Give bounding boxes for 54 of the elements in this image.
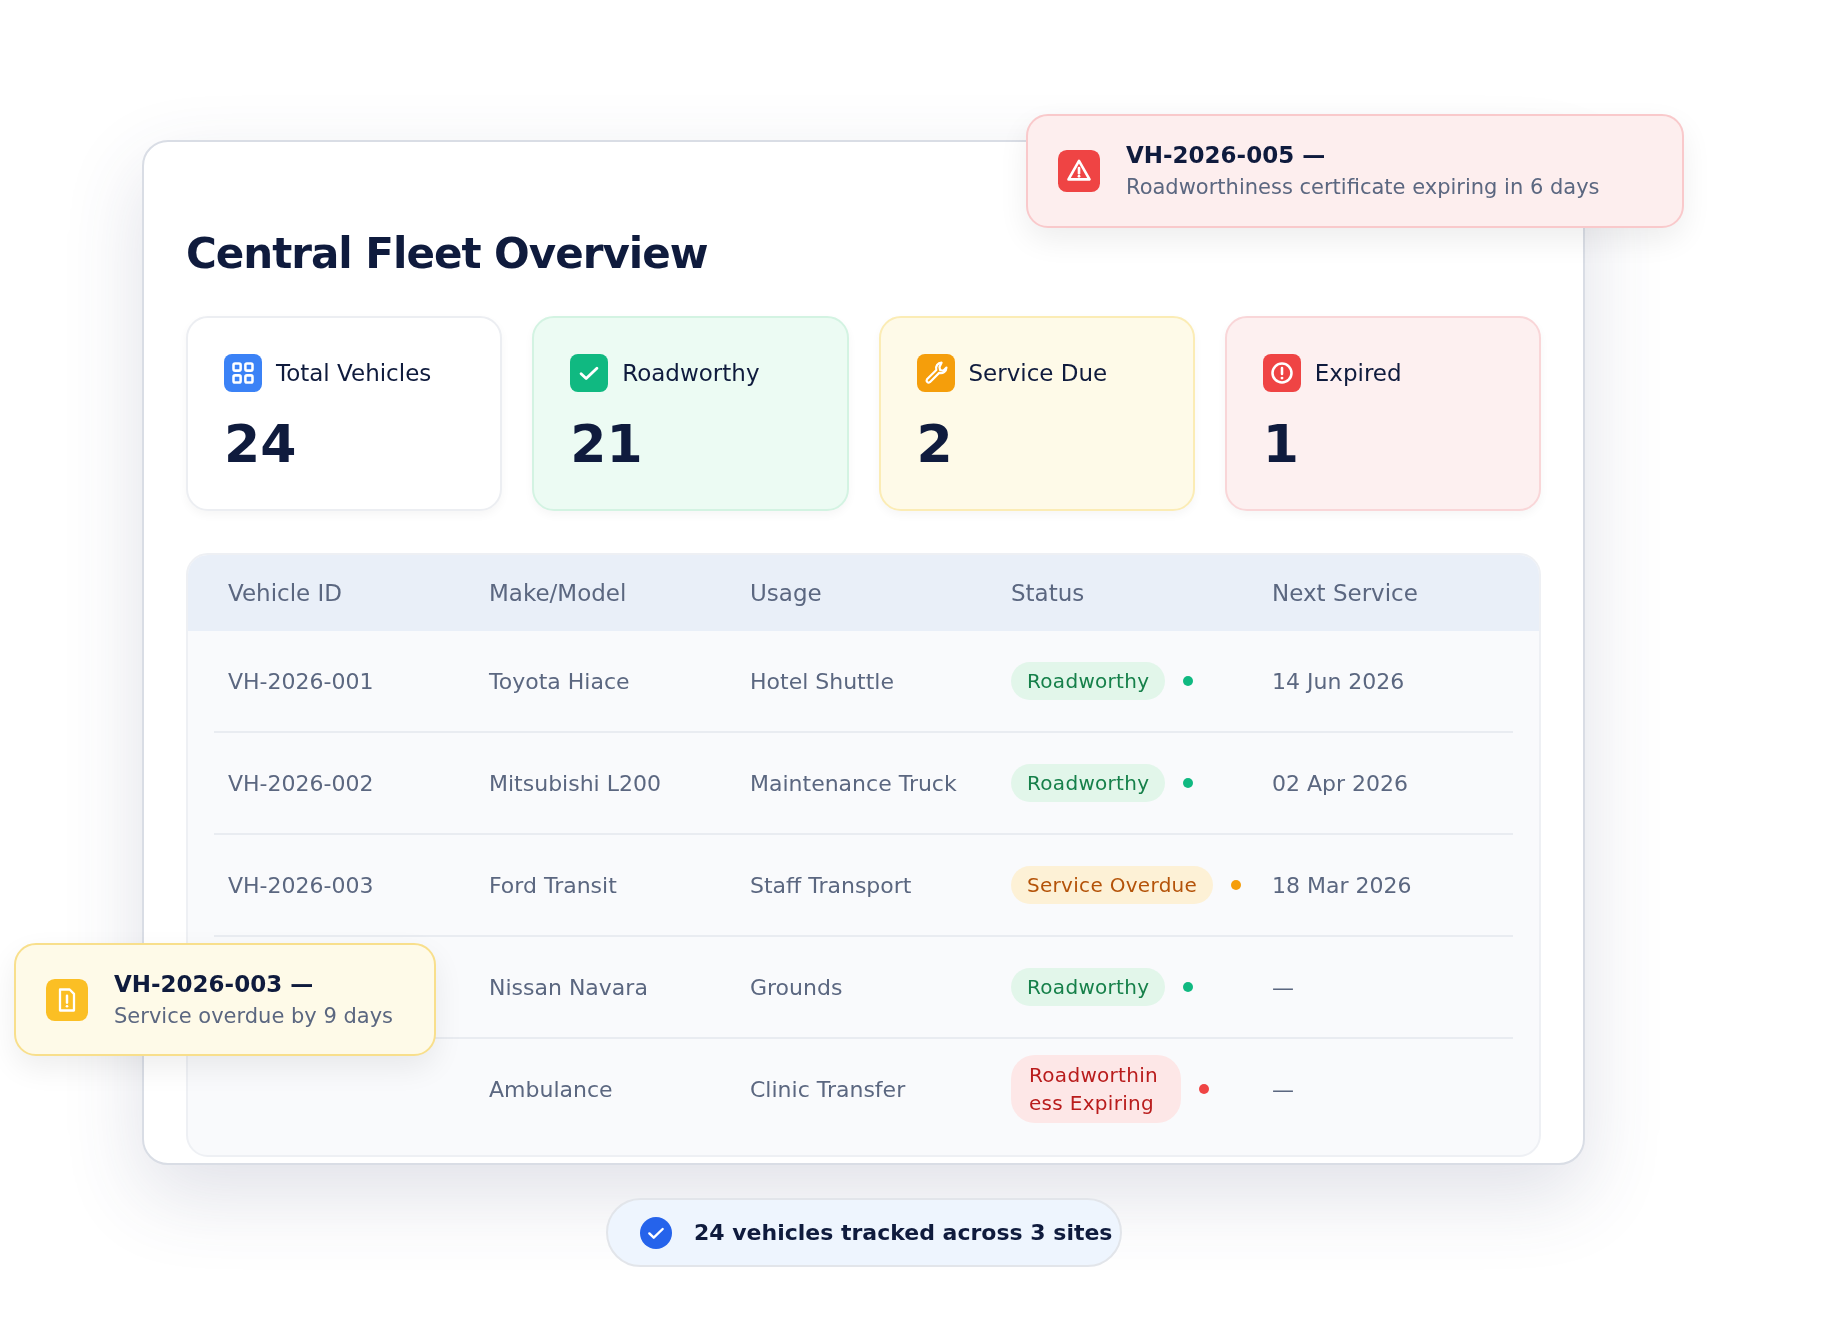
table-cell-text: VH-2026-003 [228, 872, 375, 898]
status-dot [1183, 676, 1194, 686]
alert-title: VH-2026-005 — [1126, 141, 1327, 170]
table-cell-text: Toyota Hiace [489, 668, 631, 694]
table-cell-text: Hotel Shuttle [750, 668, 896, 694]
alert-title: VH-2026-003 — [114, 969, 315, 999]
table-cell-text: Staff Transport [750, 872, 913, 898]
table-cell: 14 Jun 2026 [1272, 668, 1405, 694]
check-icon [570, 354, 609, 392]
document-icon [46, 978, 88, 1021]
table-cell-text: Mitsubishi L200 [489, 770, 662, 796]
table-cell-text: Ambulance [489, 1076, 614, 1102]
table-cell-text: Maintenance Truck [750, 770, 958, 796]
status-dot [1183, 982, 1194, 992]
column-header: Status [1011, 580, 1086, 606]
status-dot [1183, 778, 1194, 788]
status-pill: Roadworthy [1011, 764, 1166, 802]
table-cell-text: VH-2026-001 [228, 668, 375, 694]
column-header: Next Service [1272, 580, 1419, 606]
stat-value: 24 [224, 414, 298, 474]
table-cell-text: Ford Transit [489, 872, 618, 898]
alert-message: Roadworthiness certificate expiring in 6 days [1126, 174, 1600, 201]
status-dot [1231, 880, 1242, 890]
status-pill: Roadworthy [1011, 662, 1166, 700]
stat-value: 21 [570, 414, 644, 474]
summary-text: 24 vehicles tracked across 3 sites [694, 1220, 1113, 1245]
column-header: Usage [750, 580, 823, 606]
wrench-icon [916, 354, 955, 392]
table-cell: — [1272, 1076, 1294, 1102]
stat-value: 1 [1262, 414, 1300, 474]
table-cell-text: Grounds [750, 974, 844, 1000]
stat-label: Total Vehicles [276, 360, 432, 386]
table-cell-text: VH-2026-002 [228, 770, 375, 796]
alert-message: Service overdue by 9 days [114, 1002, 394, 1030]
table-cell: — [1272, 974, 1294, 1000]
stat-label: Roadworthy [622, 360, 760, 386]
alert-icon [1262, 354, 1301, 392]
table-cell: 18 Mar 2026 [1272, 872, 1412, 898]
page-title: Central Fleet Overview [186, 228, 709, 280]
status-pill: Roadworthy [1011, 968, 1166, 1006]
table-cell-text: Nissan Navara [489, 974, 649, 1000]
table-cell: 02 Apr 2026 [1272, 770, 1409, 796]
table-cell-text: Clinic Transfer [750, 1076, 907, 1102]
grid-icon [224, 354, 262, 392]
status-pill: Roadworthiness Expiring [1011, 1055, 1181, 1123]
check-circle-icon [640, 1216, 672, 1249]
stat-label: Service Due [968, 360, 1108, 386]
column-header: Vehicle ID [228, 580, 344, 606]
stat-value: 2 [916, 414, 954, 474]
stat-label: Expired [1314, 360, 1402, 386]
status-pill: Service Overdue [1011, 866, 1214, 904]
status-dot [1199, 1084, 1209, 1094]
warning-icon [1058, 150, 1100, 192]
column-header: Make/Model [489, 580, 628, 606]
